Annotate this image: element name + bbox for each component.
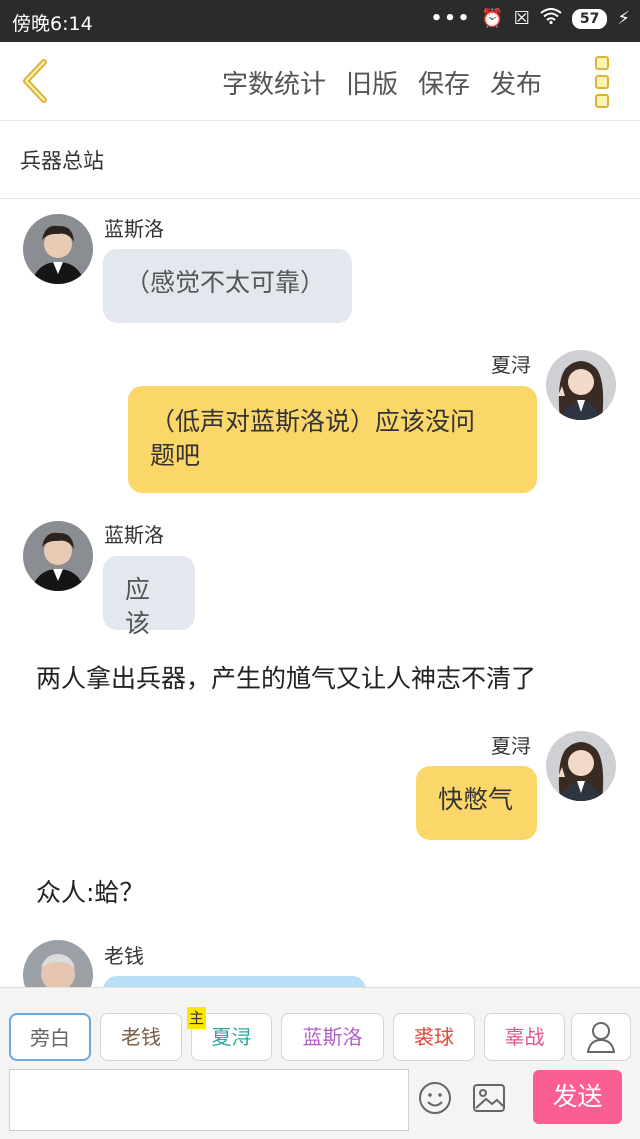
back-arrow-icon[interactable]	[18, 58, 52, 104]
message-bubble[interactable]: （感觉不太可靠）	[103, 249, 352, 323]
more-notifications-icon: •••	[430, 8, 472, 29]
message-bubble[interactable]	[103, 976, 366, 987]
save-button[interactable]: 保存	[418, 64, 470, 101]
character-chip-label: 旁白	[30, 1026, 70, 1050]
character-chip-guzhan[interactable]: 辜战	[484, 1013, 565, 1061]
avatar-xiaxun[interactable]	[546, 350, 616, 420]
publish-button[interactable]: 发布	[490, 64, 542, 101]
more-dot	[595, 75, 609, 89]
character-chip-lanselot[interactable]: 蓝斯洛	[281, 1013, 384, 1061]
character-chip-label: 裘球	[414, 1025, 454, 1049]
emoji-icon[interactable]	[418, 1081, 452, 1119]
speaker-name: 夏浔	[491, 734, 531, 758]
chapter-title: 兵器总站	[20, 149, 104, 173]
status-bar: 傍晚6:14 ••• ⏰ ☒ 57 ⚡	[0, 0, 640, 42]
narration-text[interactable]: 众人:蛤？	[36, 873, 144, 909]
character-chip-laoqian[interactable]: 老钱	[100, 1013, 182, 1061]
speaker-name: 夏浔	[491, 353, 531, 377]
main-character-tag: 主	[187, 1007, 207, 1029]
battery-icon: 57	[571, 8, 608, 29]
avatar-lanselot[interactable]	[23, 214, 93, 284]
character-chip-xiaxun[interactable]: 主 夏浔	[187, 1007, 272, 1061]
more-dot	[595, 94, 609, 108]
charging-icon: ⚡	[617, 8, 630, 29]
speaker-name: 蓝斯洛	[104, 523, 164, 547]
word-count-button[interactable]: 字数统计	[222, 64, 326, 101]
image-icon[interactable]	[472, 1083, 506, 1117]
message-bubble[interactable]: （低声对蓝斯洛说）应该没问 题吧	[128, 386, 537, 493]
add-character-button[interactable]	[571, 1013, 631, 1061]
more-dot	[595, 56, 609, 70]
speaker-name: 蓝斯洛	[104, 217, 164, 241]
avatar-laoqian[interactable]	[23, 940, 93, 987]
message-bubble[interactable]: 快憋气	[416, 766, 537, 840]
avatar-lanselot[interactable]	[23, 521, 93, 591]
character-chip-label: 老钱	[121, 1025, 161, 1049]
person-icon	[586, 1022, 616, 1053]
message-input[interactable]	[9, 1069, 409, 1131]
character-chip-qiuqiu[interactable]: 裘球	[393, 1013, 475, 1061]
narration-text[interactable]: 两人拿出兵器，产生的馗气又让人神志不清了	[36, 659, 536, 695]
chapter-title-row[interactable]: 兵器总站	[0, 121, 640, 199]
top-toolbar: 字数统计 旧版 保存 发布	[0, 42, 640, 121]
character-chip-label: 辜战	[504, 1025, 545, 1049]
composer-bar: 旁白 老钱 主 夏浔 蓝斯洛 裘球 辜战 发送	[0, 987, 640, 1139]
message-bubble[interactable]: 应该	[103, 556, 195, 638]
sim-disabled-icon: ☒	[513, 8, 530, 29]
chat-area[interactable]: 蓝斯洛 （感觉不太可靠） 夏浔 （低声对蓝斯洛说）应该没问 题吧 蓝斯洛 应该 …	[0, 199, 640, 987]
speaker-name: 老钱	[104, 944, 144, 968]
message-line: 题吧	[150, 441, 201, 470]
character-chip-label: 蓝斯洛	[302, 1025, 363, 1049]
status-icons: ••• ⏰ ☒ 57 ⚡	[431, 8, 630, 29]
status-time: 傍晚6:14	[12, 13, 93, 35]
character-chip-label: 夏浔	[211, 1025, 252, 1049]
avatar-xiaxun[interactable]	[546, 731, 616, 801]
more-menu-icon[interactable]	[595, 56, 613, 108]
send-button[interactable]: 发送	[533, 1070, 622, 1124]
alarm-icon: ⏰	[481, 8, 504, 29]
wifi-icon	[540, 8, 562, 29]
character-chip-narrator[interactable]: 旁白	[9, 1013, 91, 1061]
toolbar-menu: 字数统计 旧版 保存 发布	[222, 64, 562, 101]
message-line: （低声对蓝斯洛说）应该没问	[150, 407, 476, 436]
old-version-button[interactable]: 旧版	[346, 64, 398, 101]
